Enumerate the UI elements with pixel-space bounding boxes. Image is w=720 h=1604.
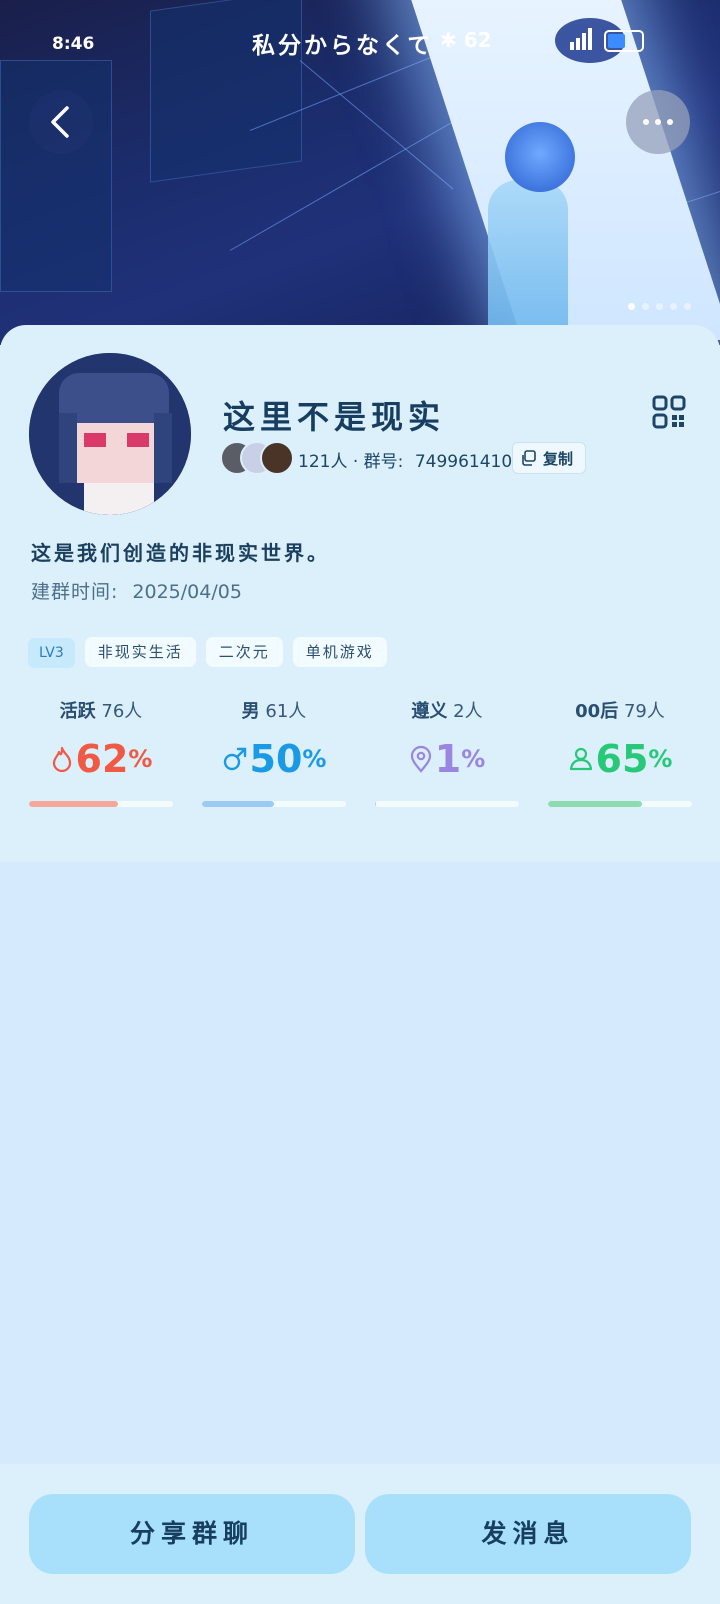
stat-label: 活跃 <box>59 701 96 722</box>
male-icon <box>223 747 246 771</box>
level-badge: LV3 <box>28 638 75 668</box>
stat-label: 00后 <box>575 701 619 722</box>
more-dots-icon <box>643 119 673 125</box>
stat-count: 76人 <box>101 701 143 722</box>
member-info: 121人 · 群号: 749961410 <box>298 452 513 472</box>
progress-fill <box>375 801 377 807</box>
stat-count: 2人 <box>453 701 483 722</box>
qr-code-icon[interactable] <box>652 395 686 429</box>
stat-unit: % <box>302 745 327 773</box>
stat-unit: % <box>648 745 673 773</box>
signal-icon <box>570 28 594 50</box>
flame-icon <box>52 746 71 772</box>
person-icon <box>569 747 592 771</box>
group-id: 749961410 <box>414 452 513 472</box>
member-count: 121人 <box>298 452 348 472</box>
stat-value: 62 <box>75 737 129 781</box>
progress-track <box>29 801 173 807</box>
member-stats: 活跃 76人 62% 男 61人 50% 遵义 2人 1% 00后 79人 65… <box>0 693 720 823</box>
stat-unit: % <box>128 745 153 773</box>
stat-value: 65 <box>595 737 649 781</box>
progress-track <box>548 801 692 807</box>
tag-chip[interactable]: 单机游戏 <box>292 637 387 667</box>
progress-track <box>375 801 519 807</box>
tag-chip[interactable]: 非现实生活 <box>84 637 196 667</box>
stat-count: 79人 <box>623 701 665 722</box>
status-icons: ✱ 62 <box>440 28 492 52</box>
stat-value: 1 <box>434 737 462 781</box>
status-ticker: 私分からなくて <box>252 33 434 59</box>
stat-value: 50 <box>249 737 303 781</box>
back-button[interactable] <box>29 90 93 154</box>
progress-track <box>202 801 346 807</box>
progress-fill <box>29 801 119 807</box>
pager-dot[interactable] <box>670 303 677 310</box>
group-avatar[interactable] <box>29 353 191 515</box>
battery-icon <box>604 30 644 52</box>
pager-dot[interactable] <box>628 303 635 310</box>
pager-dot[interactable] <box>642 303 649 310</box>
copy-button[interactable]: 复制 <box>512 442 586 474</box>
location-pin-icon <box>410 745 431 773</box>
avatar <box>260 441 294 475</box>
pager-dot[interactable] <box>656 303 663 310</box>
group-name: 这里不是现实 <box>223 398 446 436</box>
stat-count: 61人 <box>265 701 307 722</box>
share-group-button[interactable]: 分享群聊 <box>29 1494 355 1574</box>
created-label: 建群时间: <box>31 581 119 603</box>
bluetooth-icon: ✱ <box>440 28 457 52</box>
stat-label: 遵义 <box>411 701 448 722</box>
group-id-label: 群号: <box>363 452 404 472</box>
network-speed: 62 <box>463 28 492 52</box>
progress-fill <box>202 801 274 807</box>
created-date: 建群时间: 2025/04/05 <box>31 577 242 604</box>
copy-label: 复制 <box>543 450 574 468</box>
progress-fill <box>548 801 642 807</box>
created-value: 2025/04/05 <box>132 581 242 603</box>
status-time: 8:46 <box>52 34 95 54</box>
stat-label: 男 <box>241 701 260 722</box>
chevron-left-icon <box>51 106 69 138</box>
copy-icon <box>522 450 536 466</box>
group-info-card: 这里不是现实 121人 · 群号: 749961410 复制 这是我们创造的非现… <box>0 325 720 862</box>
character-body <box>488 180 568 330</box>
group-description: 这是我们创造的非现实世界。 <box>31 541 330 565</box>
bottom-action-bar: 分享群聊 发消息 <box>0 1464 720 1604</box>
more-button[interactable] <box>626 90 690 154</box>
stat-unit: % <box>461 745 486 773</box>
pager-dot[interactable] <box>684 303 691 310</box>
send-message-button[interactable]: 发消息 <box>365 1494 691 1574</box>
banner-pager <box>628 295 698 314</box>
tag-list: LV3 非现实生活 二次元 单机游戏 <box>28 637 397 668</box>
tag-chip[interactable]: 二次元 <box>205 637 283 667</box>
battery-level <box>608 34 625 48</box>
character-head <box>505 122 575 192</box>
status-bar: 8:46 私分からなくて ✱ 62 <box>0 0 720 80</box>
